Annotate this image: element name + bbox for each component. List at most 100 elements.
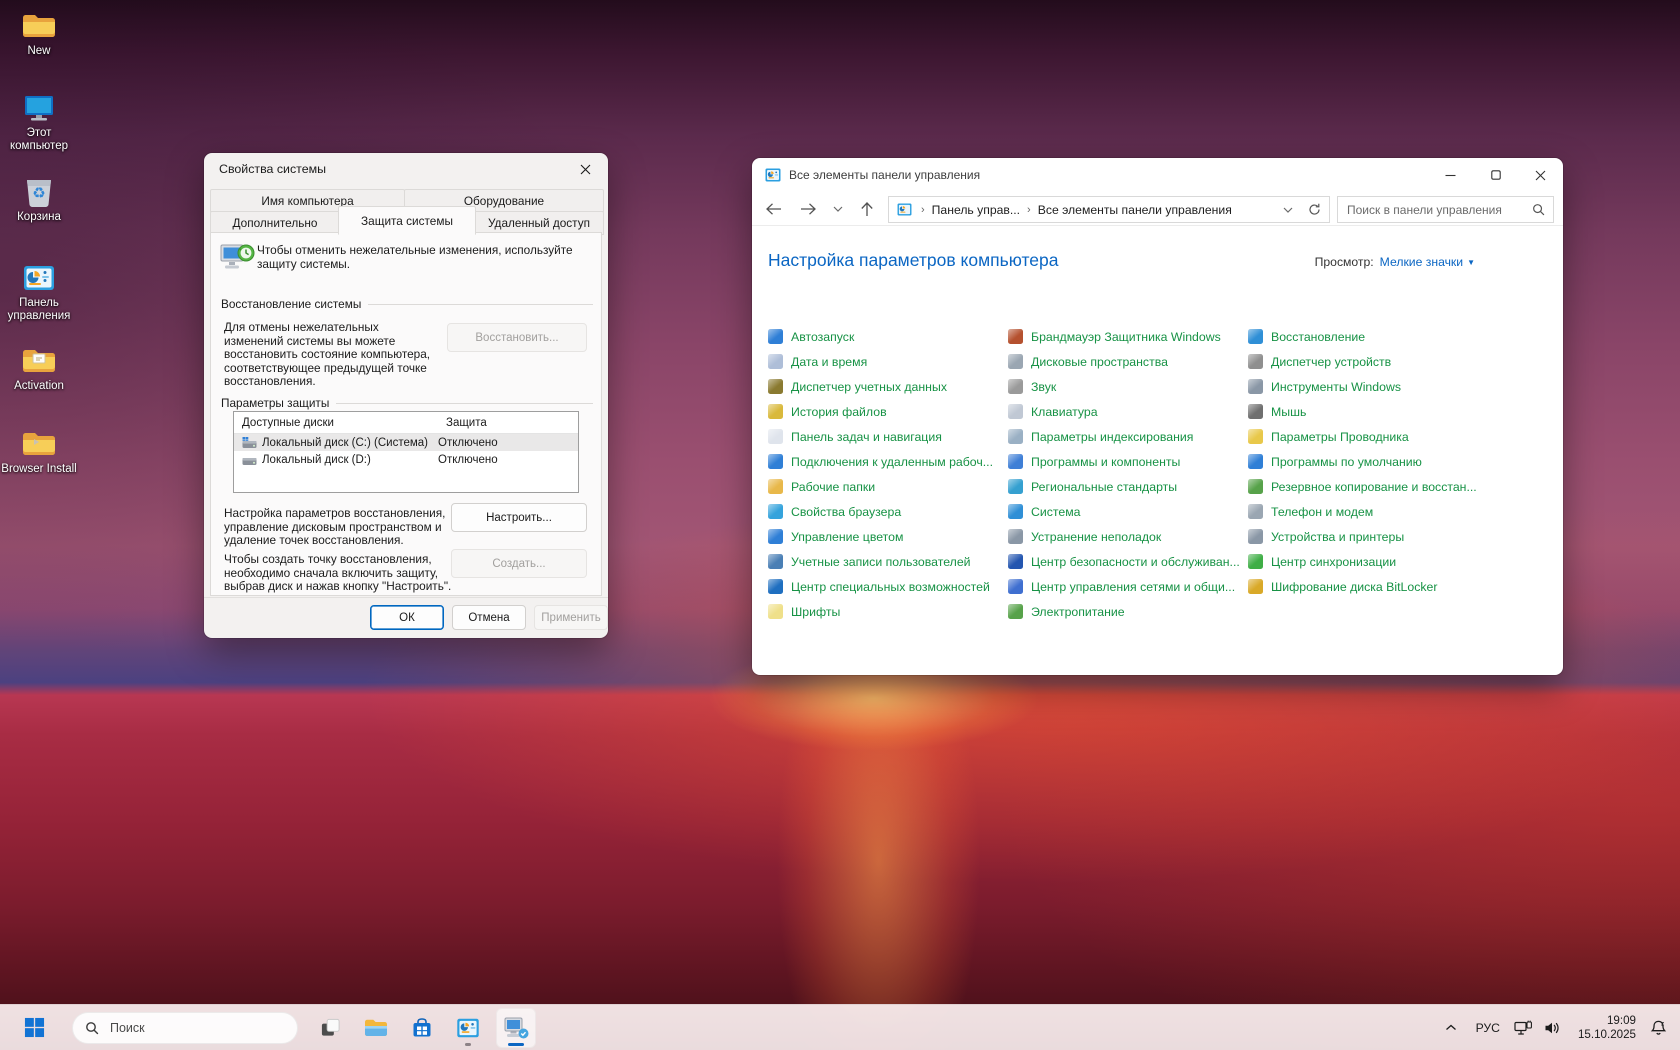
up-icon[interactable] [854, 196, 880, 222]
cp-item-internet-options[interactable]: Свойства браузера [768, 499, 1004, 524]
cp-item-label: Дата и время [791, 355, 867, 369]
desktop-icon-этот-компьютер[interactable]: Этот компьютер [0, 92, 78, 153]
cp-item-keyboard[interactable]: Клавиатура [1008, 399, 1244, 424]
cp-item-autoplay[interactable]: Автозапуск [768, 324, 1004, 349]
cp-item-recovery[interactable]: Восстановление [1248, 324, 1484, 349]
cp-item-backup-restore[interactable]: Резервное копирование и восстан... [1248, 474, 1484, 499]
drive-row[interactable]: Локальный диск (D:)Отключено [234, 451, 578, 468]
cp-item-windows-tools[interactable]: Инструменты Windows [1248, 374, 1484, 399]
system-icon [1008, 504, 1023, 519]
folder-browser-icon [21, 428, 57, 460]
explorer-options-icon [1248, 429, 1263, 444]
language-indicator[interactable]: РУС [1466, 1008, 1510, 1048]
network-sharing-icon [1008, 579, 1023, 594]
system-properties-taskbar-icon[interactable] [496, 1008, 536, 1048]
desktop-icon-корзина[interactable]: ♻Корзина [0, 176, 78, 224]
page-title: Настройка параметров компьютера [768, 250, 1058, 271]
cp-item-taskbar-navigation[interactable]: Панель задач и навигация [768, 424, 1004, 449]
cp-item-sync-center[interactable]: Центр синхронизации [1248, 549, 1484, 574]
close-icon[interactable] [570, 158, 600, 181]
search-input[interactable] [1338, 203, 1532, 217]
system-properties-dialog: Свойства системы Имя компьютераОборудова… [204, 153, 608, 638]
cp-item-device-manager[interactable]: Диспетчер устройств [1248, 349, 1484, 374]
cp-item-mouse[interactable]: Мышь [1248, 399, 1484, 424]
volume-icon[interactable] [1538, 1008, 1566, 1048]
cancel-button[interactable]: Отмена [452, 605, 526, 630]
notifications-bell-icon[interactable]: z [1642, 1008, 1674, 1048]
drive-row[interactable]: Локальный диск (C:) (Система)Отключено [234, 434, 578, 451]
recent-locations-chevron-icon[interactable] [828, 196, 848, 222]
taskbar-search[interactable] [72, 1012, 298, 1044]
cp-item-label: Свойства браузера [791, 505, 901, 519]
cp-item-power-options[interactable]: Электропитание [1008, 599, 1244, 624]
cp-item-storage-spaces[interactable]: Дисковые пространства [1008, 349, 1244, 374]
forward-icon[interactable] [795, 196, 821, 222]
clock[interactable]: 19:09 15.10.2025 [1578, 1014, 1636, 1042]
file-explorer-icon[interactable] [356, 1008, 396, 1048]
tab-system-protection[interactable]: Защита системы [338, 206, 476, 235]
phone-modem-icon [1248, 504, 1263, 519]
back-icon[interactable] [760, 196, 786, 222]
cp-item-phone-modem[interactable]: Телефон и модем [1248, 499, 1484, 524]
cp-item-devices-printers[interactable]: Устройства и принтеры [1248, 524, 1484, 549]
address-bar[interactable]: › Панель управ... › Все элементы панели … [888, 196, 1302, 223]
cp-item-security-maintenance[interactable]: Центр безопасности и обслуживан... [1008, 549, 1244, 574]
restore-group-header: Восстановление системы [221, 297, 593, 311]
breadcrumb-all-items[interactable]: Все элементы панели управления [1038, 203, 1232, 217]
search-icon[interactable] [1532, 203, 1545, 216]
configure-button[interactable]: Настроить... [451, 503, 587, 532]
dialog-titlebar[interactable]: Свойства системы [204, 153, 608, 185]
firewall-icon [1008, 329, 1023, 344]
network-icon[interactable] [1510, 1008, 1538, 1048]
refresh-icon[interactable] [1299, 196, 1330, 223]
cp-item-label: Инструменты Windows [1271, 380, 1401, 394]
desktop-icon-панель-управления[interactable]: Панель управления [0, 262, 78, 323]
apply-button[interactable]: Применить [534, 605, 608, 630]
cp-item-remote-desktop[interactable]: Подключения к удаленным рабоч... [768, 449, 1004, 474]
view-selector[interactable]: Просмотр: Мелкие значки▼ [1315, 255, 1475, 269]
cp-item-ease-of-access[interactable]: Центр специальных возможностей [768, 574, 1004, 599]
control-panel-taskbar-icon[interactable] [448, 1008, 488, 1048]
cp-item-network-sharing[interactable]: Центр управления сетями и общи... [1008, 574, 1244, 599]
maximize-icon[interactable] [1473, 158, 1518, 192]
cp-item-explorer-options[interactable]: Параметры Проводника [1248, 424, 1484, 449]
taskbar-search-input[interactable] [108, 1020, 232, 1036]
cp-item-work-folders[interactable]: Рабочие папки [768, 474, 1004, 499]
cp-item-credential-manager[interactable]: Диспетчер учетных данных [768, 374, 1004, 399]
mouse-icon [1248, 404, 1263, 419]
desktop-icon-label: Панель управления [0, 297, 78, 323]
cp-item-file-history[interactable]: История файлов [768, 399, 1004, 424]
minimize-icon[interactable] [1428, 158, 1473, 192]
cp-item-date-time[interactable]: Дата и время [768, 349, 1004, 374]
cp-item-sound[interactable]: Звук [1008, 374, 1244, 399]
sync-center-icon [1248, 554, 1263, 569]
microsoft-store-icon[interactable] [402, 1008, 442, 1048]
cp-item-programs-features[interactable]: Программы и компоненты [1008, 449, 1244, 474]
control-panel-search[interactable] [1337, 196, 1554, 223]
cp-item-troubleshooting[interactable]: Устранение неполадок [1008, 524, 1244, 549]
desktop-icon-activation[interactable]: Activation [0, 345, 78, 393]
cp-item-fonts[interactable]: Шрифты [768, 599, 1004, 624]
cp-item-system[interactable]: Система [1008, 499, 1244, 524]
cp-item-bitlocker[interactable]: Шифрование диска BitLocker [1248, 574, 1484, 599]
cp-item-region[interactable]: Региональные стандарты [1008, 474, 1244, 499]
cp-item-indexing-options[interactable]: Параметры индексирования [1008, 424, 1244, 449]
cp-item-color-management[interactable]: Управление цветом [768, 524, 1004, 549]
cp-item-default-programs[interactable]: Программы по умолчанию [1248, 449, 1484, 474]
restore-button[interactable]: Восстановить... [447, 323, 587, 352]
ok-button[interactable]: ОК [370, 605, 444, 630]
address-dropdown-chevron-icon[interactable] [1283, 207, 1293, 213]
desktop-icon-new[interactable]: New [0, 10, 78, 58]
cp-item-user-accounts[interactable]: Учетные записи пользователей [768, 549, 1004, 574]
close-icon[interactable] [1518, 158, 1563, 192]
desktop-icon-label: Этот компьютер [0, 127, 78, 153]
create-restore-point-button[interactable]: Создать... [451, 549, 587, 578]
desktop-icon-browser-install[interactable]: Browser Install [0, 428, 78, 476]
task-view-icon[interactable] [310, 1008, 350, 1048]
cp-item-label: Центр управления сетями и общи... [1031, 580, 1235, 594]
breadcrumb-control-panel[interactable]: Панель управ... [932, 203, 1020, 217]
tray-chevron-up-icon[interactable] [1436, 1008, 1466, 1048]
start-button[interactable] [14, 1008, 54, 1048]
cp-item-label: Телефон и модем [1271, 505, 1373, 519]
cp-item-firewall[interactable]: Брандмауэр Защитника Windows [1008, 324, 1244, 349]
